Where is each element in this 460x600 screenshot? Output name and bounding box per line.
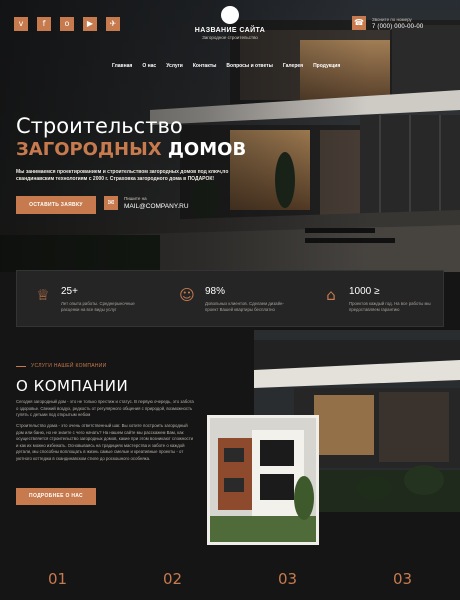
phone-icon: ☎ [352,16,366,30]
nav-item-products[interactable]: Продукция [313,63,340,69]
features-band: ♕ 25+ Лет опыта работы. Среднерыночные р… [16,270,444,327]
hero-title-accent: ЗАГОРОДНЫХ [16,139,162,160]
about-title: О КОМПАНИИ [16,377,129,395]
hero-title-rest: ДОМОВ [167,139,247,160]
phone-caption: Звоните по номеру [372,16,412,22]
youtube-icon[interactable]: ▶ [83,17,97,31]
mail-contact[interactable]: ✉ Пишите на MAIL@COMPANY.RU [104,196,189,210]
logo-circle-icon [221,6,239,24]
vk-icon[interactable]: v [14,17,28,31]
feature-clients: ☺ 98% Довольных клиентов. Сделаем дизайн… [161,271,305,326]
step-number: 03 [392,570,413,588]
feature-text: Довольных клиентов. Сделаем дизайн-проек… [205,301,284,312]
about-section: УСЛУГИ НАШЕЙ КОМПАНИИ О КОМПАНИИ Сегодня… [0,330,460,554]
about-paragraph-1: Сегодня загородный дом - это не только п… [16,399,194,417]
about-paragraph-2: Строительство дома - это очень ответстве… [16,423,194,461]
nav-item-about[interactable]: О нас [142,63,156,69]
medal-icon: ♕ [36,286,50,304]
about-building-image [207,415,319,545]
about-label: УСЛУГИ НАШЕЙ КОМПАНИИ [16,363,107,369]
mail-icon: ✉ [104,196,118,210]
label-bar [16,365,26,367]
main-nav: Главная О нас Услуги Контакты Вопросы и … [112,63,340,69]
hero-title-line2: ЗАГОРОДНЫХ ДОМОВ [16,139,246,161]
nav-item-contacts[interactable]: Контакты [193,63,217,69]
hero-description: Мы занимаемся проектированием и строител… [16,169,229,182]
step-number: 02 [162,570,183,588]
hero-title: Строительство ЗАГОРОДНЫХ ДОМОВ [16,114,246,161]
about-label-text: УСЛУГИ НАШЕЙ КОМПАНИИ [31,363,107,369]
nav-item-gallery[interactable]: Галерея [283,63,303,69]
phone-number[interactable]: 7 (000) 000-00-00 [372,24,423,30]
mail-caption: Пишите на [124,196,147,201]
nav-item-home[interactable]: Главная [112,63,132,69]
feature-number: 1000 ≥ [349,286,380,297]
leave-request-button[interactable]: ОСТАВИТЬ ЗАЯВКУ [16,196,96,214]
odnoklassniki-icon[interactable]: o [60,17,74,31]
social-links: v f o ▶ ✈ [14,17,120,31]
step-number: 01 [47,570,68,588]
feature-text: Проектов каждый год. На все работы мы пр… [349,301,431,312]
logo-subtitle: Загородное строительство [202,35,258,40]
feature-projects: ⌂ 1000 ≥ Проектов каждый год. На все раб… [305,271,449,326]
telegram-icon[interactable]: ✈ [106,17,120,31]
phone-contact[interactable]: ☎ Звоните по номеру 7 (000) 000-00-00 [352,16,423,30]
feature-number: 98% [205,286,226,297]
nav-item-faq[interactable]: Вопросы и ответы [226,63,272,69]
team-icon: ☺ [179,286,195,304]
hero-title-line1: Строительство [16,114,183,138]
house-icon: ⌂ [326,286,336,304]
feature-number: 25+ [61,286,78,297]
feature-experience: ♕ 25+ Лет опыта работы. Среднерыночные р… [17,271,161,326]
hero-section: v f o ▶ ✈ НАЗВАНИЕ САЙТА Загородное стро… [0,0,460,272]
more-about-button[interactable]: ПОДРОБНЕЕ О НАС [16,488,96,505]
top-bar: v f o ▶ ✈ НАЗВАНИЕ САЙТА Загородное стро… [0,0,460,56]
site-logo[interactable]: НАЗВАНИЕ САЙТА Загородное строительство [190,6,270,40]
nav-item-services[interactable]: Услуги [166,63,183,69]
steps-row: 01 02 03 03 [0,570,460,600]
feature-text: Лет опыта работы. Среднерыночные расценк… [61,301,135,312]
facebook-icon[interactable]: f [37,17,51,31]
mail-address[interactable]: MAIL@COMPANY.RU [124,203,189,210]
step-number: 03 [277,570,298,588]
logo-name: НАЗВАНИЕ САЙТА [194,27,266,34]
